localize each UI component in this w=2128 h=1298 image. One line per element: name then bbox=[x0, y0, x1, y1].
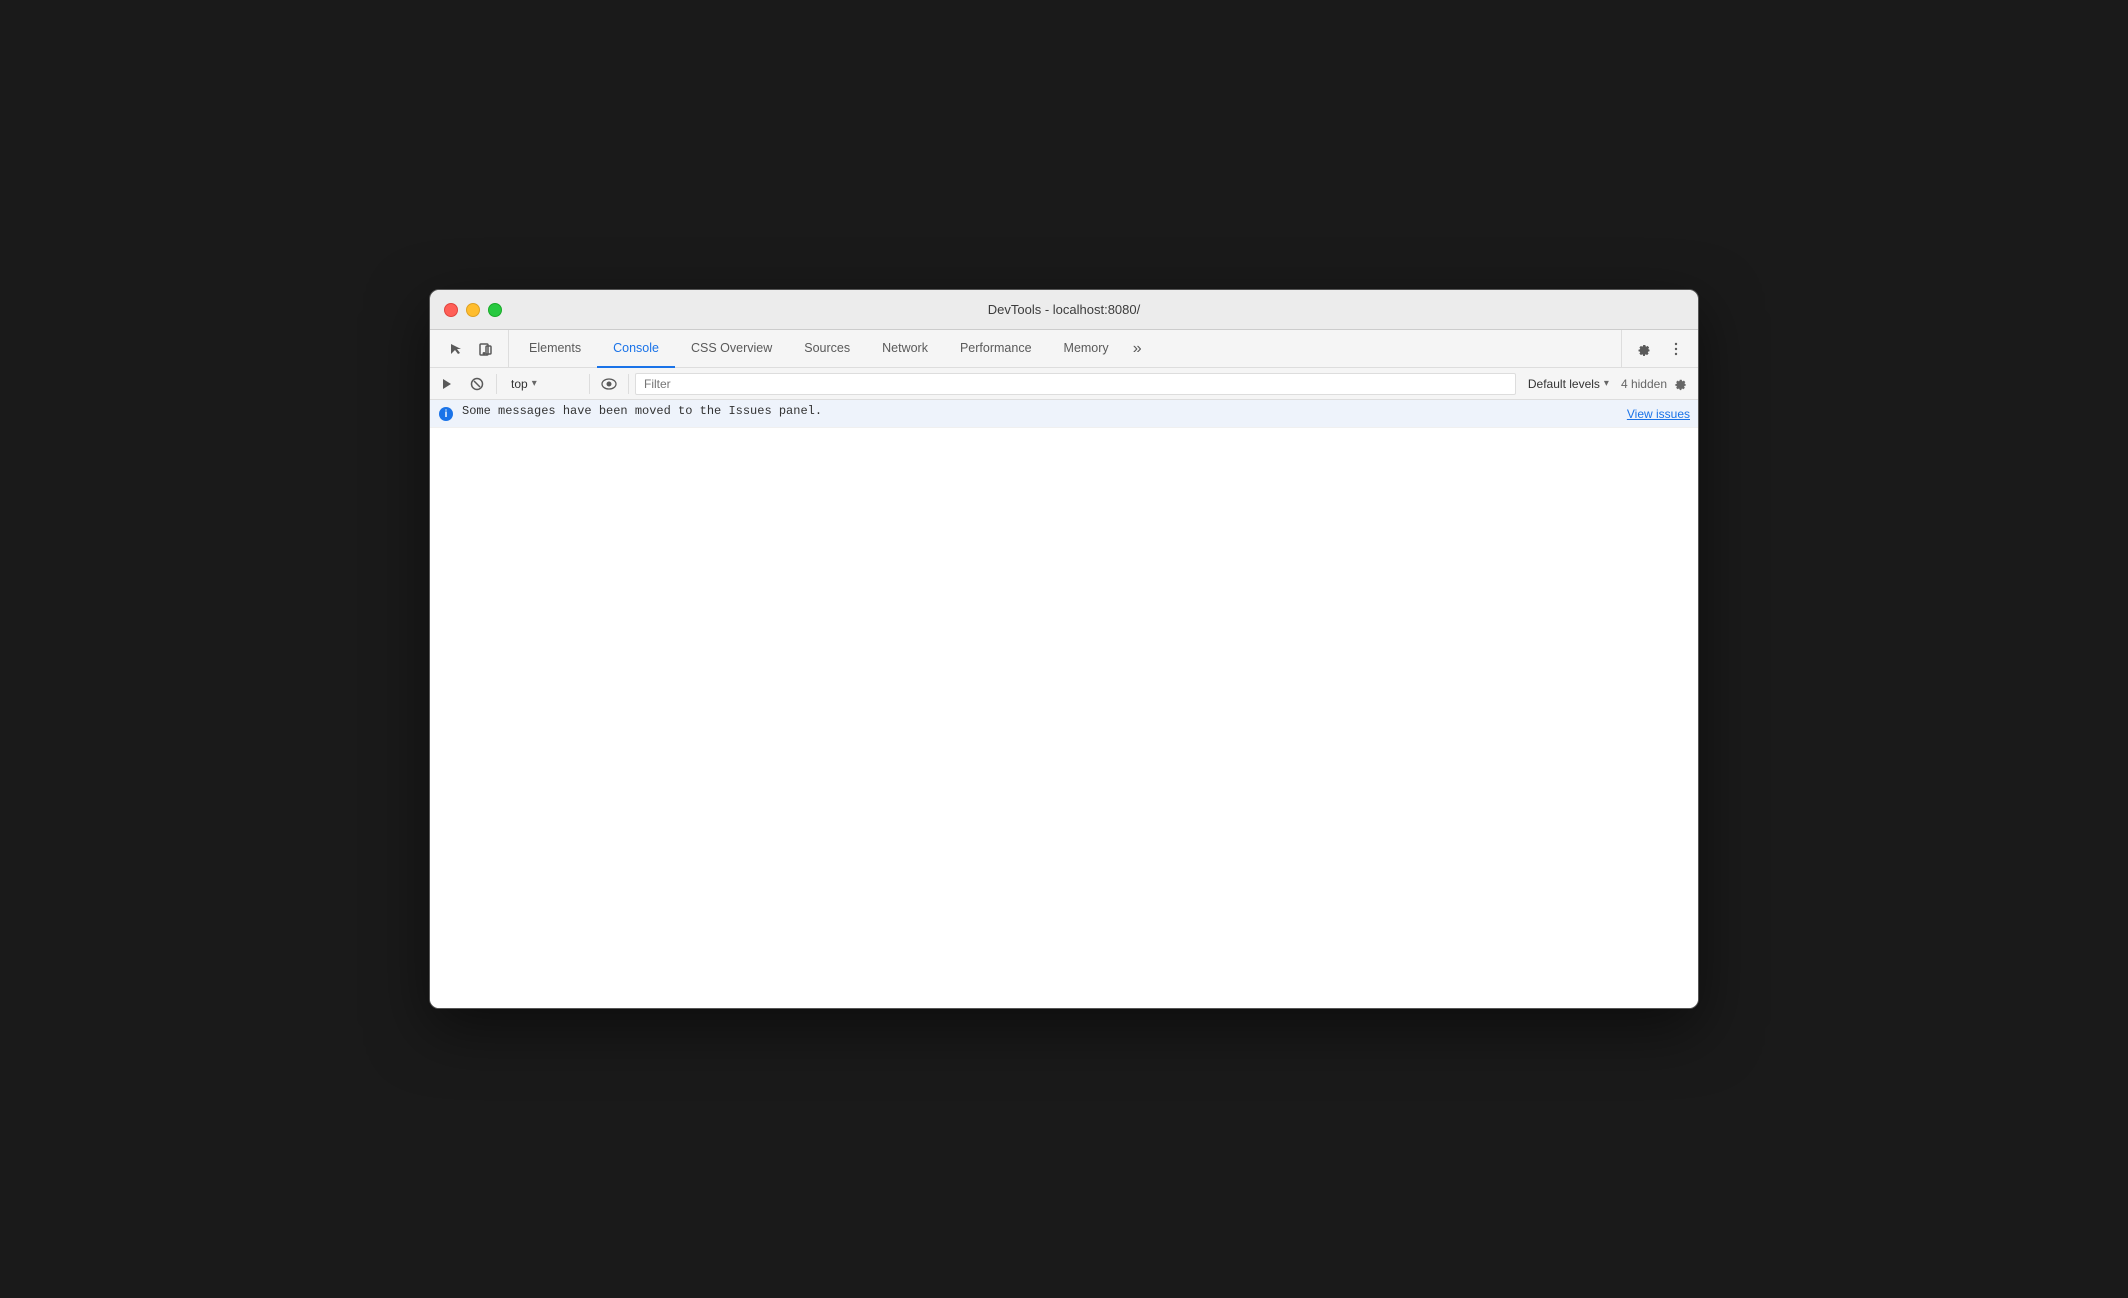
minimize-button[interactable] bbox=[466, 303, 480, 317]
settings-button[interactable] bbox=[1630, 335, 1658, 363]
tab-performance[interactable]: Performance bbox=[944, 330, 1048, 368]
divider-2 bbox=[589, 374, 590, 394]
maximize-button[interactable] bbox=[488, 303, 502, 317]
tab-bar-right bbox=[1621, 330, 1698, 367]
close-button[interactable] bbox=[444, 303, 458, 317]
divider-3 bbox=[628, 374, 629, 394]
view-issues-link[interactable]: View issues bbox=[1627, 407, 1690, 421]
execute-context-button[interactable] bbox=[434, 371, 460, 397]
levels-arrow: ▾ bbox=[1604, 378, 1609, 389]
log-levels-button[interactable]: Default levels ▾ bbox=[1520, 375, 1617, 393]
console-toolbar: top ▾ Default levels ▾ 4 hidden bbox=[430, 368, 1698, 400]
inspect-icon-button[interactable] bbox=[442, 335, 470, 363]
tab-bar: Elements Console CSS Overview Sources Ne… bbox=[430, 330, 1698, 368]
window-title: DevTools - localhost:8080/ bbox=[988, 302, 1140, 317]
tab-elements[interactable]: Elements bbox=[513, 330, 597, 368]
devtools-window: DevTools - localhost:8080/ Elements Cons… bbox=[429, 289, 1699, 1009]
console-content: i Some messages have been moved to the I… bbox=[430, 400, 1698, 1008]
context-selector[interactable]: top ▾ bbox=[503, 375, 583, 393]
traffic-lights bbox=[444, 303, 502, 317]
tab-console[interactable]: Console bbox=[597, 330, 675, 368]
console-message-row: i Some messages have been moved to the I… bbox=[430, 400, 1698, 428]
info-icon: i bbox=[438, 406, 454, 422]
tab-memory[interactable]: Memory bbox=[1048, 330, 1125, 368]
console-settings-icon[interactable] bbox=[1673, 376, 1688, 391]
hidden-count-area: 4 hidden bbox=[1621, 376, 1694, 391]
title-bar: DevTools - localhost:8080/ bbox=[430, 290, 1698, 330]
more-options-button[interactable] bbox=[1662, 335, 1690, 363]
filter-input[interactable] bbox=[635, 373, 1516, 395]
tab-sources[interactable]: Sources bbox=[788, 330, 866, 368]
tab-network[interactable]: Network bbox=[866, 330, 944, 368]
device-toggle-button[interactable] bbox=[472, 335, 500, 363]
tab-css-overview[interactable]: CSS Overview bbox=[675, 330, 788, 368]
message-text: Some messages have been moved to the Iss… bbox=[462, 404, 1611, 418]
tab-overflow-button[interactable]: » bbox=[1125, 330, 1150, 367]
divider-1 bbox=[496, 374, 497, 394]
context-arrow: ▾ bbox=[532, 378, 537, 389]
toolbar-icons bbox=[434, 330, 509, 367]
live-expressions-button[interactable] bbox=[596, 371, 622, 397]
clear-console-button[interactable] bbox=[464, 371, 490, 397]
